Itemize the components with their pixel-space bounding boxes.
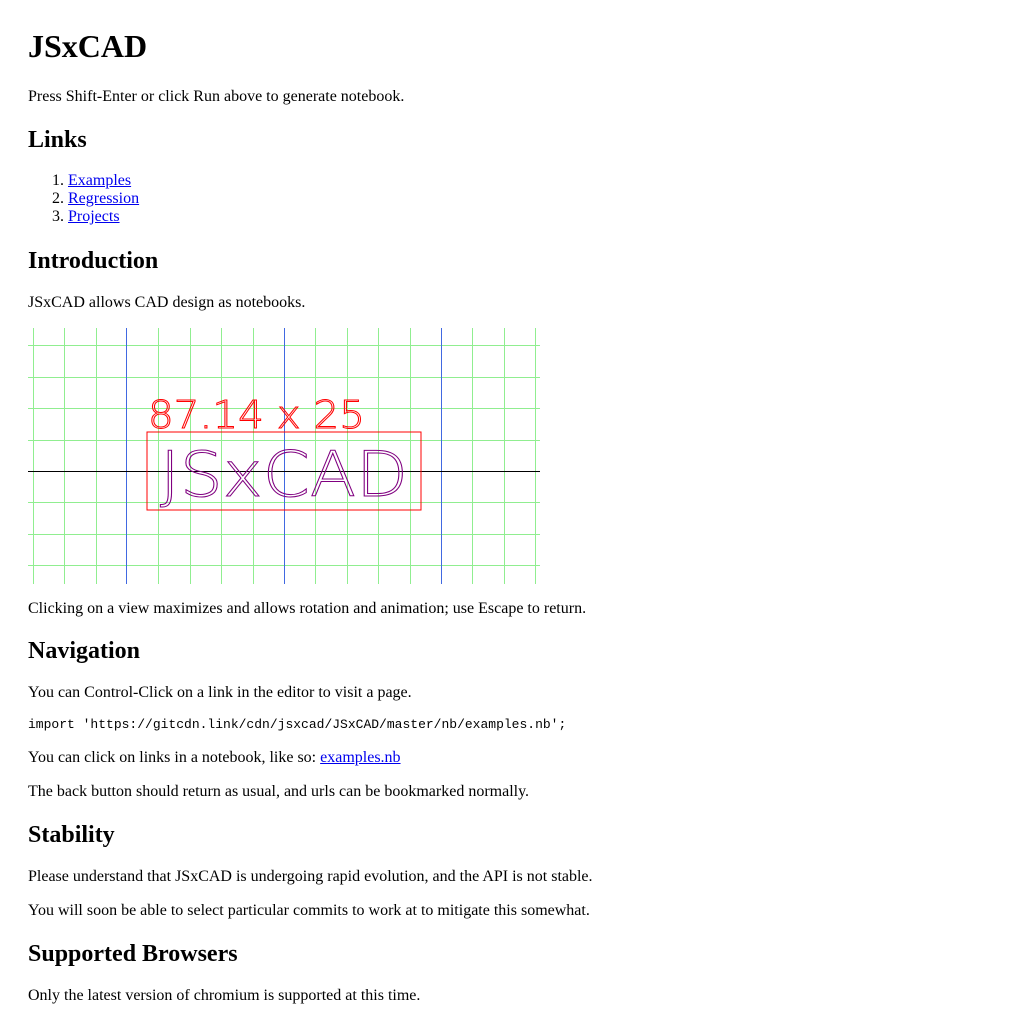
list-item: Examples <box>68 172 139 190</box>
introduction-heading: Introduction <box>28 248 159 274</box>
model-text: JSxCAD <box>160 438 408 511</box>
navigation-link-prefix: You can click on links in a notebook, li… <box>28 749 321 766</box>
run-instructions: Press Shift-Enter or click Run above to … <box>28 88 405 105</box>
link-examples-nb[interactable]: examples.nb <box>320 749 400 766</box>
link-projects[interactable]: Projects <box>68 208 120 225</box>
cad-view-canvas: 87.14 x 25 JSxCAD <box>28 328 540 584</box>
introduction-text: JSxCAD allows CAD design as notebooks. <box>28 294 306 311</box>
back-button-text: The back button should return as usual, … <box>28 783 530 800</box>
links-heading: Links <box>28 127 87 153</box>
view-instructions: Clicking on a view maximizes and allows … <box>28 600 587 617</box>
browsers-text: Only the latest version of chromium is s… <box>28 987 421 1004</box>
links-list: Examples Regression Projects <box>28 172 139 226</box>
navigation-link-text: You can click on links in a notebook, li… <box>28 749 401 767</box>
list-item: Regression <box>68 190 139 208</box>
stability-text-2: You will soon be able to select particul… <box>28 902 590 919</box>
link-regression[interactable]: Regression <box>68 190 139 207</box>
browsers-heading: Supported Browsers <box>28 941 238 967</box>
page-title: JSxCAD <box>28 28 148 64</box>
navigation-heading: Navigation <box>28 638 141 664</box>
list-item: Projects <box>68 208 139 226</box>
dimension-label: 87.14 x 25 <box>148 393 365 437</box>
stability-text: Please understand that JSxCAD is undergo… <box>28 868 593 885</box>
stability-heading: Stability <box>28 822 115 848</box>
navigation-text: You can Control-Click on a link in the e… <box>28 684 412 701</box>
cad-view[interactable]: 87.14 x 25 JSxCAD <box>28 328 540 584</box>
import-code: import 'https://gitcdn.link/cdn/jsxcad/J… <box>28 717 567 732</box>
link-examples[interactable]: Examples <box>68 172 131 189</box>
